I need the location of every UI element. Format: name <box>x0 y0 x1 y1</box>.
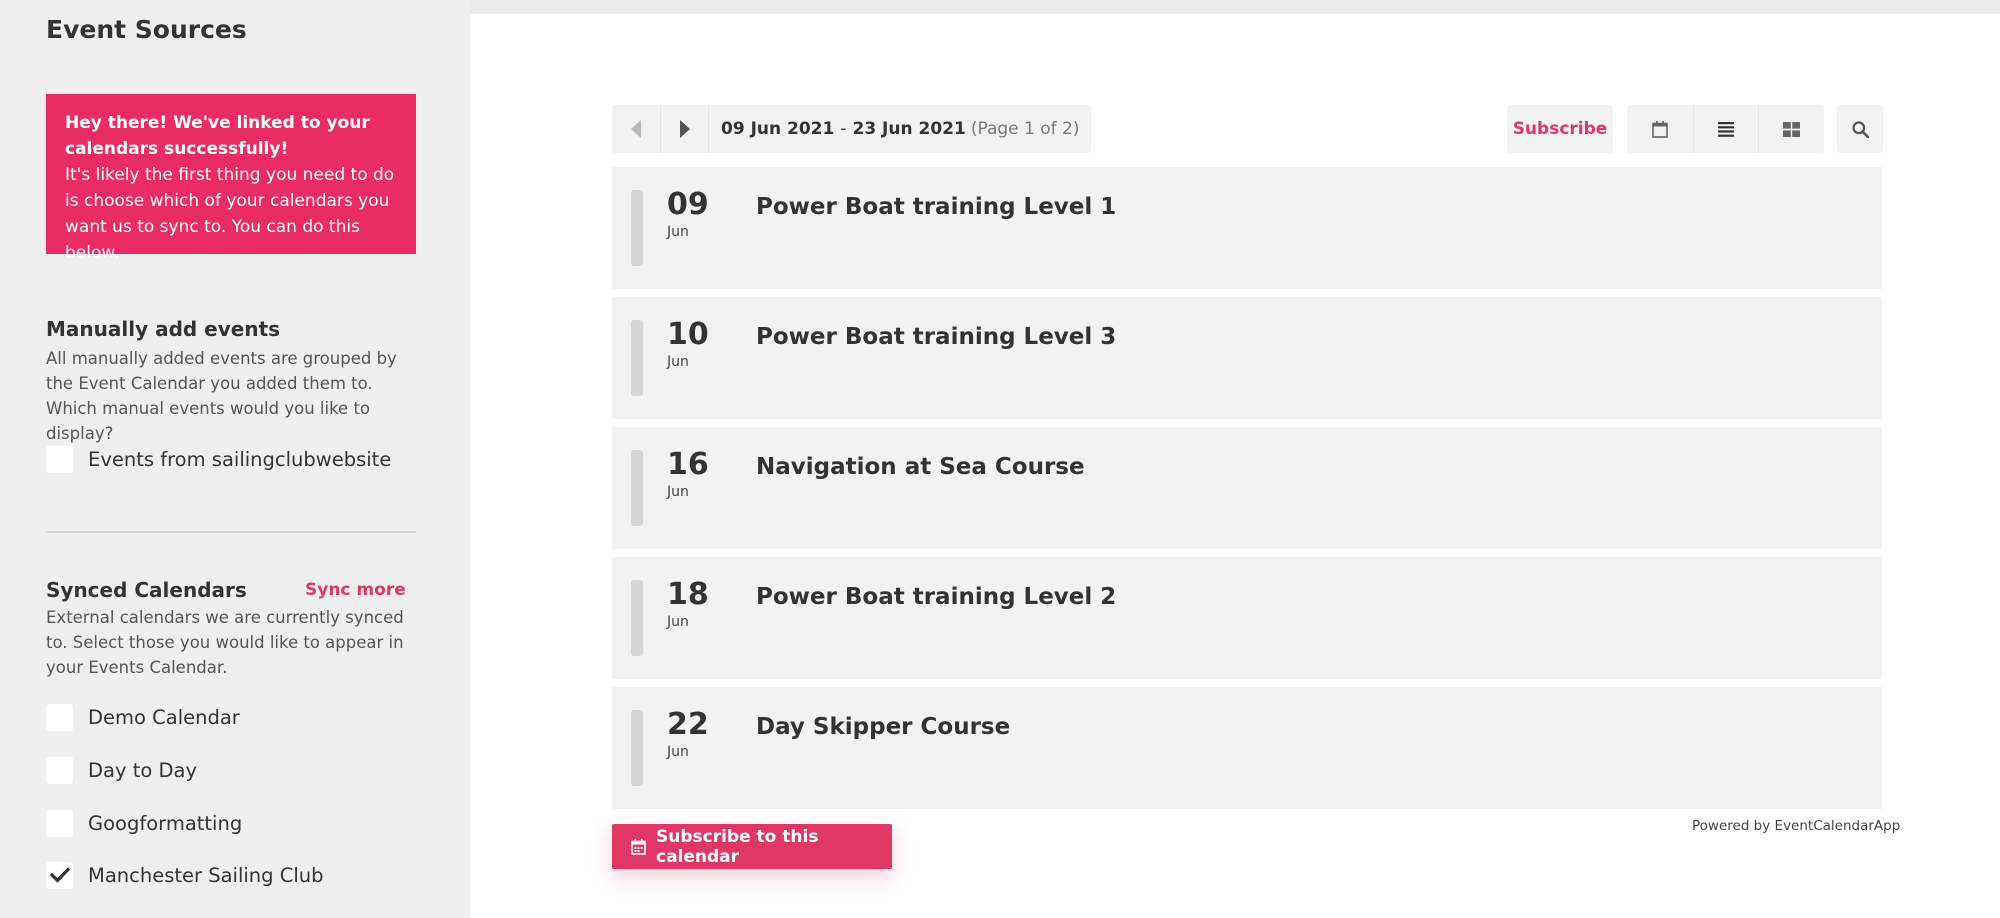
event-item[interactable]: 09 Jun Power Boat training Level 1 <box>612 167 1882 289</box>
checkbox[interactable] <box>46 703 73 731</box>
checkbox-row-day-to-day[interactable]: Day to Day <box>46 756 197 784</box>
range-separator: - <box>840 119 847 139</box>
divider <box>46 531 416 533</box>
sidebar: Event Sources Hey there! We've linked to… <box>0 0 470 918</box>
grid-view-button[interactable] <box>1758 105 1824 153</box>
chevron-left-icon <box>631 120 641 138</box>
event-day: 16 <box>667 447 709 482</box>
page-info: (Page 1 of 2) <box>970 119 1080 139</box>
event-day: 22 <box>667 707 709 742</box>
event-title: Navigation at Sea Course <box>756 454 1085 480</box>
sidebar-title: Event Sources <box>46 15 247 44</box>
list-icon <box>1717 121 1734 137</box>
checkbox-row-manchester-sailing-club[interactable]: Manchester Sailing Club <box>46 861 324 889</box>
checkbox-label: Events from sailingclubwebsite <box>88 447 392 471</box>
checkbox-row-demo-calendar[interactable]: Demo Calendar <box>46 703 240 731</box>
range-end: 23 Jun 2021 <box>852 119 966 139</box>
month-view-button[interactable] <box>1627 105 1693 153</box>
checkbox-label: Googformatting <box>88 811 243 835</box>
event-title: Power Boat training Level 3 <box>756 324 1117 350</box>
event-item[interactable]: 22 Jun Day Skipper Course <box>612 687 1882 809</box>
event-color-bar <box>631 320 643 396</box>
event-color-bar <box>631 450 643 526</box>
search-icon <box>1851 120 1869 138</box>
subscribe-to-calendar-button[interactable]: Subscribe to this calendar <box>612 824 892 869</box>
event-title: Power Boat training Level 2 <box>756 584 1117 610</box>
checkbox[interactable] <box>46 809 73 837</box>
event-color-bar <box>631 580 643 656</box>
subscribe-button[interactable]: Subscribe <box>1507 105 1613 153</box>
checkbox-row-googformatting[interactable]: Googformatting <box>46 809 242 837</box>
checkbox-label: Demo Calendar <box>88 705 240 729</box>
sync-more-link[interactable]: Sync more <box>305 580 406 600</box>
event-month: Jun <box>667 484 689 500</box>
grid-icon <box>1783 121 1801 137</box>
alert-body: It's likely the first thing you need to … <box>65 165 395 263</box>
event-month: Jun <box>667 744 689 760</box>
checkbox-label: Day to Day <box>88 758 197 782</box>
synced-calendars-title: Synced Calendars <box>46 578 247 602</box>
synced-calendars-description: External calendars we are currently sync… <box>46 608 404 677</box>
event-item[interactable]: 16 Jun Navigation at Sea Course <box>612 427 1882 549</box>
event-month: Jun <box>667 614 689 630</box>
calendar-icon <box>1652 120 1668 138</box>
prev-button[interactable] <box>612 105 660 153</box>
search-button[interactable] <box>1837 105 1883 153</box>
checkbox[interactable] <box>46 756 73 784</box>
event-month: Jun <box>667 354 689 370</box>
event-day: 09 <box>667 187 709 222</box>
event-day: 18 <box>667 577 709 612</box>
pagination-group: 09 Jun 2021 - 23 Jun 2021 (Page 1 of 2) <box>612 105 1092 153</box>
alert-heading: Hey there! We've linked to your calendar… <box>65 113 370 159</box>
event-color-bar <box>631 190 643 266</box>
checkbox-row-sailingclubwebsite[interactable]: Events from sailingclubwebsite <box>46 445 391 473</box>
powered-by-link[interactable]: Powered by EventCalendarApp <box>1692 818 1900 834</box>
view-switcher <box>1627 105 1824 153</box>
event-color-bar <box>631 710 643 786</box>
calendar-panel: 09 Jun 2021 - 23 Jun 2021 (Page 1 of 2) … <box>470 14 2000 918</box>
date-range: 09 Jun 2021 - 23 Jun 2021 (Page 1 of 2) <box>708 105 1091 153</box>
event-title: Day Skipper Course <box>756 714 1011 740</box>
success-alert: Hey there! We've linked to your calendar… <box>46 94 416 263</box>
event-day: 10 <box>667 317 709 352</box>
checkbox[interactable] <box>46 445 73 473</box>
subscribe-to-calendar-label: Subscribe to this calendar <box>656 826 819 867</box>
manual-events-description: All manually added events are grouped by… <box>46 349 397 443</box>
list-view-button[interactable] <box>1692 105 1759 153</box>
event-item[interactable]: 18 Jun Power Boat training Level 2 <box>612 557 1882 679</box>
checkbox-label: Manchester Sailing Club <box>88 863 324 887</box>
next-button[interactable] <box>660 105 708 153</box>
calendar-icon <box>631 838 646 855</box>
event-item[interactable]: 10 Jun Power Boat training Level 3 <box>612 297 1882 419</box>
event-month: Jun <box>667 224 689 240</box>
checkbox[interactable] <box>46 861 73 889</box>
chevron-right-icon <box>679 120 690 138</box>
checkmark-icon <box>49 867 70 883</box>
range-start: 09 Jun 2021 <box>721 119 835 139</box>
event-title: Power Boat training Level 1 <box>756 194 1117 220</box>
manual-events-title: Manually add events <box>46 317 281 341</box>
